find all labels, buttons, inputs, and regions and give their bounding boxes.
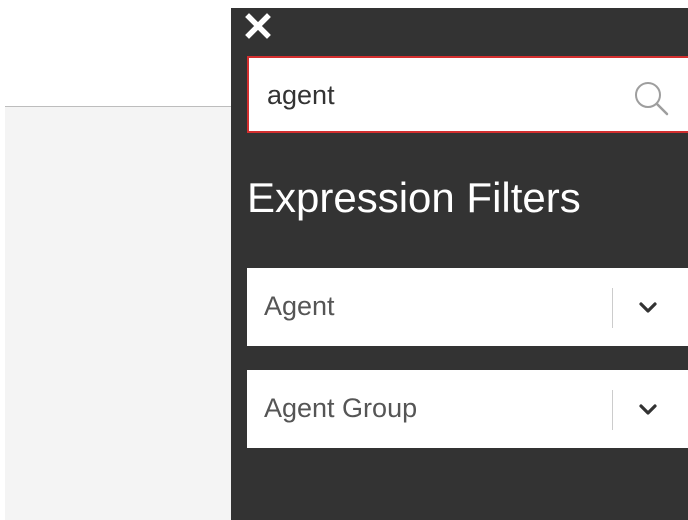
chevron-down-icon[interactable] (636, 296, 660, 320)
search-box (247, 56, 688, 133)
close-icon (245, 13, 271, 39)
search-icon[interactable] (633, 80, 669, 116)
agent-filter-dropdown[interactable]: Agent (247, 268, 688, 346)
dropdown-separator (612, 288, 613, 328)
close-button[interactable] (245, 13, 271, 39)
background-page (0, 0, 231, 520)
dropdown-separator (612, 390, 613, 430)
page-header-area (0, 0, 231, 106)
page-content-area (5, 107, 231, 520)
filter-side-panel: Expression Filters Agent Agent Group (231, 8, 688, 520)
chevron-down-icon[interactable] (636, 398, 660, 422)
panel-title: Expression Filters (247, 174, 581, 221)
agent-group-filter-dropdown[interactable]: Agent Group (247, 370, 688, 448)
filter-label: Agent Group (264, 393, 418, 423)
search-input[interactable] (267, 76, 607, 114)
filter-label: Agent (264, 291, 335, 321)
